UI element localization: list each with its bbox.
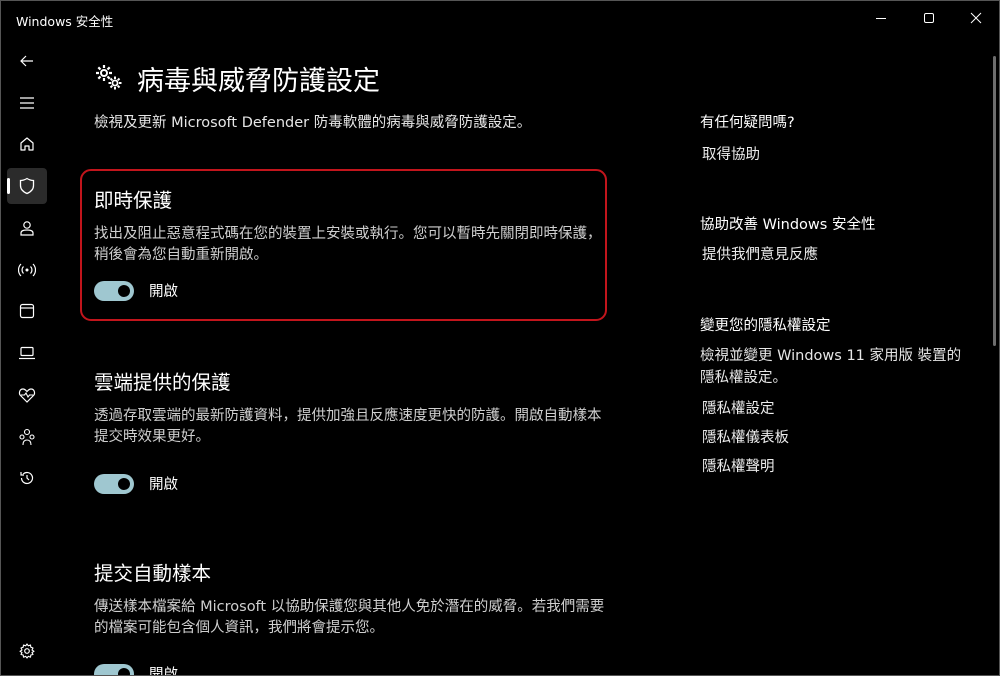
- section-cloud-protection: 雲端提供的保護 透過存取雲端的最新防護資料，提供加強且反應速度更快的防護。開啟自…: [94, 366, 606, 494]
- active-indicator: [7, 178, 10, 194]
- app-browser-icon: [19, 303, 35, 319]
- maximize-button[interactable]: [906, 1, 952, 35]
- section-description: 透過存取雲端的最新防護資料，提供加強且反應速度更快的防護。開啟自動樣本提交時效果…: [94, 408, 602, 445]
- title-bar: Windows 安全性: [1, 1, 999, 35]
- section-heading: 雲端提供的保護: [94, 371, 231, 394]
- real-time-protection-toggle[interactable]: [94, 280, 134, 301]
- nav-item-firewall[interactable]: [7, 252, 47, 288]
- section-description: 找出及阻止惡意程式碼在您的裝置上安裝或執行。您可以暫時先關閉即時保護，稍後會為您…: [94, 226, 602, 263]
- help-heading: 有任何疑問嗎?: [700, 115, 795, 131]
- page-description: 檢視及更新 Microsoft Defender 防毒軟體的病毒與威脅防護設定。: [94, 115, 532, 131]
- cloud-protection-toggle[interactable]: [94, 473, 134, 494]
- gears-icon: [94, 63, 124, 93]
- toggle-row: 開啟: [94, 663, 178, 676]
- family-icon: [19, 428, 35, 446]
- back-button[interactable]: [7, 43, 47, 79]
- section-automatic-sample-submission: 提交自動樣本 傳送樣本檔案給 Microsoft 以協助保護您與其他人免於潛在的…: [94, 557, 606, 675]
- nav-item-settings[interactable]: [7, 633, 47, 669]
- toggle-knob: [118, 667, 130, 675]
- privacy-settings-link[interactable]: 隱私權設定: [702, 397, 775, 418]
- nav-item-virus-protection[interactable]: [7, 168, 47, 204]
- nav-item-protection-history[interactable]: [7, 460, 47, 496]
- improve-heading: 協助改善 Windows 安全性: [700, 217, 876, 233]
- maximize-icon: [924, 13, 934, 23]
- nav-item-account-protection[interactable]: [7, 210, 47, 246]
- feedback-link[interactable]: 提供我們意見反應: [702, 243, 818, 264]
- toggle-label: 開啟: [149, 667, 178, 676]
- privacy-heading: 變更您的隱私權設定: [700, 318, 831, 334]
- toggle-label: 開啟: [149, 477, 178, 493]
- privacy-statement-link[interactable]: 隱私權聲明: [702, 455, 775, 476]
- close-button[interactable]: [953, 1, 999, 35]
- toggle-row: 開啟: [94, 280, 178, 301]
- home-icon: [20, 137, 34, 151]
- hamburger-menu-icon: [20, 97, 34, 109]
- toggle-row: 開啟: [94, 473, 178, 494]
- menu-button[interactable]: [7, 85, 47, 121]
- section-real-time-protection: 即時保護 找出及阻止惡意程式碼在您的裝置上安裝或執行。您可以暫時先關閉即時保護，…: [94, 184, 606, 301]
- scrollbar-thumb[interactable]: [993, 56, 996, 346]
- back-arrow-icon: [20, 55, 33, 67]
- laptop-icon: [19, 346, 35, 360]
- minimize-icon: [876, 18, 886, 19]
- settings-gear-icon: [19, 643, 35, 659]
- toggle-knob: [118, 477, 130, 490]
- sample-submission-toggle[interactable]: [94, 663, 134, 675]
- shield-icon: [19, 177, 35, 195]
- privacy-dashboard-link[interactable]: 隱私權儀表板: [702, 426, 789, 447]
- nav-item-device-health[interactable]: [7, 377, 47, 413]
- minimize-button[interactable]: [858, 1, 904, 35]
- close-icon: [970, 12, 982, 24]
- person-icon: [20, 221, 34, 236]
- navigation-rail: [1, 41, 53, 675]
- nav-item-home[interactable]: [7, 126, 47, 162]
- toggle-label: 開啟: [149, 284, 178, 300]
- heart-pulse-icon: [18, 388, 36, 403]
- history-icon: [20, 471, 34, 485]
- wireless-signal-icon: [18, 263, 36, 277]
- app-window: Windows 安全性 病毒與威脅防護設定 檢視及更新 Microsoft De…: [0, 0, 1000, 676]
- section-heading: 即時保護: [94, 189, 173, 212]
- get-help-link[interactable]: 取得協助: [702, 143, 760, 164]
- toggle-knob: [118, 284, 130, 297]
- nav-item-family-options[interactable]: [7, 419, 47, 455]
- nav-item-device-security[interactable]: [7, 335, 47, 371]
- section-heading: 提交自動樣本: [94, 562, 212, 585]
- window-title: Windows 安全性: [16, 14, 114, 29]
- privacy-description: 檢視並變更 Windows 11 家用版 裝置的隱私權設定。: [700, 348, 962, 386]
- nav-item-app-browser[interactable]: [7, 293, 47, 329]
- page-title: 病毒與威脅防護設定: [137, 66, 380, 97]
- section-description: 傳送樣本檔案給 Microsoft 以協助保護您與其他人免於潛在的威脅。若我們需…: [94, 599, 605, 636]
